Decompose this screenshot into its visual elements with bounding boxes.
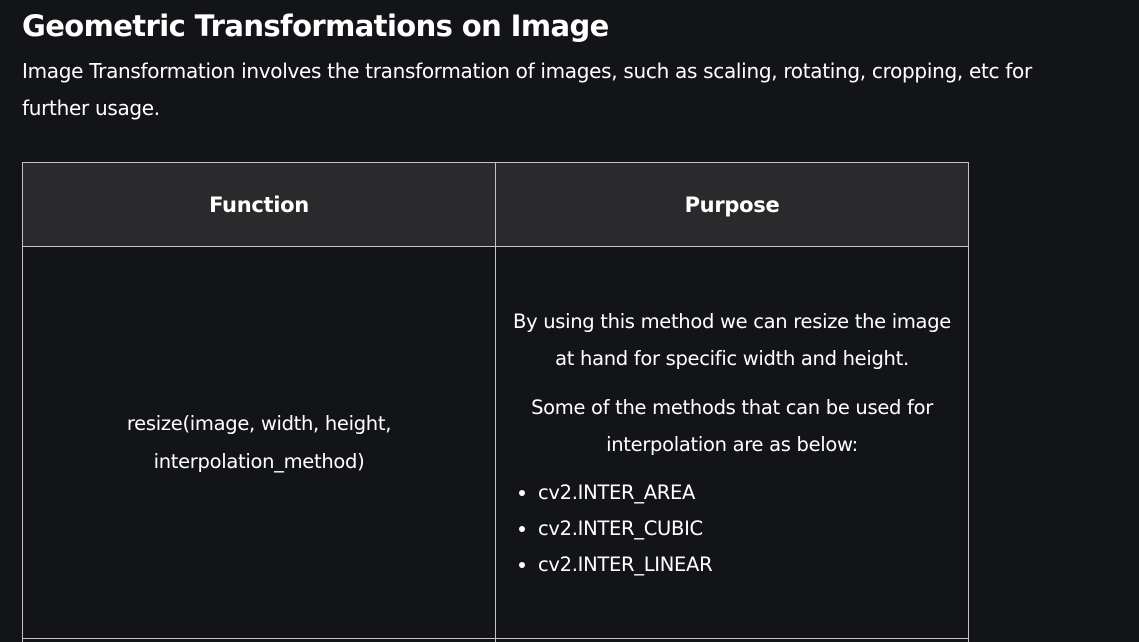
table-row: resize(image, width, height, interpolati…: [22, 246, 969, 639]
list-item: cv2.INTER_AREA: [538, 475, 952, 511]
interpolation-methods-list: cv2.INTER_AREA cv2.INTER_CUBIC cv2.INTER…: [512, 475, 952, 583]
article-page: Geometric Transformations on Image Image…: [0, 0, 1139, 642]
table-header-row: Function Purpose: [22, 162, 969, 247]
table-row: [22, 638, 969, 642]
header-purpose: Purpose: [495, 162, 969, 247]
section-heading: Geometric Transformations on Image: [22, 9, 609, 43]
purpose-cell: [495, 638, 969, 642]
purpose-paragraph: By using this method we can resize the i…: [513, 309, 951, 371]
intro-paragraph: Image Transformation involves the transf…: [22, 59, 1032, 120]
purpose-cell: By using this method we can resize the i…: [495, 246, 969, 639]
list-item: cv2.INTER_LINEAR: [538, 547, 952, 583]
purpose-paragraph: Some of the methods that can be used for…: [531, 395, 933, 457]
header-function: Function: [22, 162, 496, 247]
function-cell: resize(image, width, height, interpolati…: [22, 246, 496, 639]
list-item: cv2.INTER_CUBIC: [538, 511, 952, 547]
functions-table: Function Purpose resize(image, width, he…: [22, 162, 969, 642]
function-cell: [22, 638, 496, 642]
